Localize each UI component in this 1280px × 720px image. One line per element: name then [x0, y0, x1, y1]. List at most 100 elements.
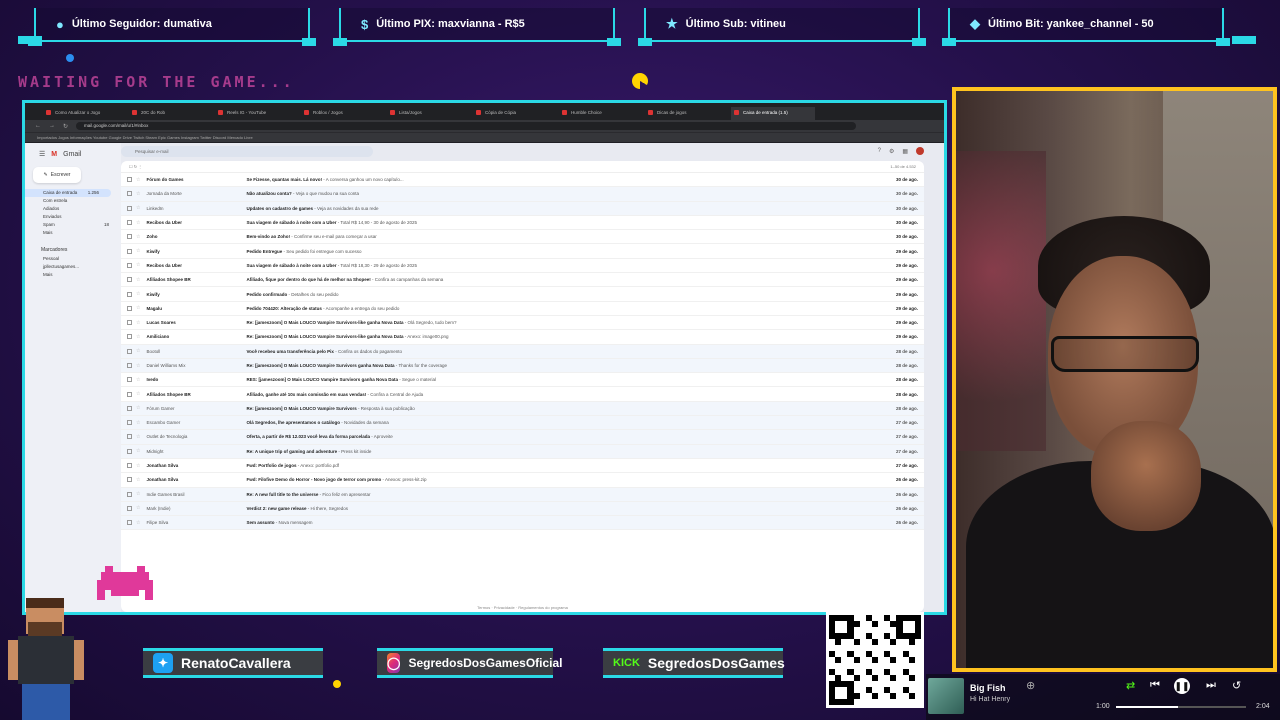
qr-code[interactable]: [826, 612, 924, 708]
search-input[interactable]: Pesquisar e-mail: [121, 145, 373, 157]
email-row[interactable]: ☆ LinkedIn Updates on cadastro de games - …: [121, 201, 924, 216]
menu-icon[interactable]: ☰: [39, 150, 45, 158]
browser-tab-active[interactable]: Caixa de entrada (1.5): [731, 107, 815, 120]
back-icon[interactable]: ←: [35, 123, 41, 129]
email-row[interactable]: ☆ Jornada da Morte Não atualizou conta? - …: [121, 187, 924, 202]
browser-tab[interactable]: Humble Choice: [559, 107, 643, 120]
label-item[interactable]: Pessoal: [25, 255, 121, 263]
star-icon[interactable]: ☆: [136, 463, 140, 469]
star-icon[interactable]: ☆: [136, 191, 140, 197]
email-checkbox[interactable]: [127, 277, 132, 283]
email-row[interactable]: ☆ Escambo Gamer Olá Segredos, lhe apresent…: [121, 416, 924, 431]
email-row[interactable]: ☆ Zoho Bem-vindo ao Zoho! - Confirme seu e…: [121, 230, 924, 245]
star-icon[interactable]: ☆: [136, 491, 140, 497]
select-all-checkbox[interactable]: ☐ ↻ ⋮: [129, 164, 142, 169]
star-icon[interactable]: ☆: [136, 405, 140, 411]
email-row[interactable]: ☆ Jonathan Silva Fwd: Portfolio de jogos -…: [121, 459, 924, 474]
pause-button[interactable]: ❚❚: [1174, 678, 1190, 694]
repeat-icon[interactable]: ↺: [1232, 679, 1241, 692]
star-icon[interactable]: ☆: [136, 377, 140, 383]
browser-tab[interactable]: Cópia de Cópia: [473, 107, 557, 120]
star-icon[interactable]: ☆: [136, 477, 140, 483]
star-icon[interactable]: ☆: [136, 220, 140, 226]
email-row[interactable]: ☆ Filipe Silva Sem assunto - Nova mensagem…: [121, 516, 924, 531]
email-checkbox[interactable]: [127, 477, 132, 483]
browser-tab[interactable]: Reels IG - YouTube: [215, 107, 299, 120]
star-icon[interactable]: ☆: [136, 177, 140, 183]
star-icon[interactable]: ☆: [136, 363, 140, 369]
nav-more[interactable]: Mais: [25, 229, 121, 237]
bookmarks-bar[interactable]: Importados Jogos Informações Youtube Goo…: [25, 132, 944, 142]
email-checkbox[interactable]: [127, 191, 132, 197]
email-checkbox[interactable]: [127, 363, 132, 368]
star-icon[interactable]: ☆: [136, 505, 140, 511]
email-checkbox[interactable]: [127, 491, 132, 497]
browser-tab[interactable]: Dicas de jogos: [645, 107, 729, 120]
email-row[interactable]: ☆ Ivedo RES: [jameszoom] O Mais LOUCO Vamp…: [121, 373, 924, 388]
star-icon[interactable]: ☆: [136, 391, 140, 397]
email-checkbox[interactable]: [127, 320, 132, 326]
social-kick[interactable]: KICK SegredosDosGames: [603, 648, 785, 678]
reload-icon[interactable]: ↻: [63, 123, 68, 130]
email-row[interactable]: ☆ Kiwify Pedido confirmado - Detalhes do s…: [121, 287, 924, 302]
star-icon[interactable]: ☆: [136, 262, 140, 268]
email-checkbox[interactable]: [127, 463, 132, 469]
star-icon[interactable]: ☆: [136, 334, 140, 340]
star-icon[interactable]: ☆: [136, 320, 140, 326]
nav-snoozed[interactable]: Adiados: [25, 205, 121, 213]
social-instagram[interactable]: ◯ SegredosDosGamesOficial: [377, 648, 563, 678]
email-row[interactable]: ☆ Magalu Pedido 704420: Alteração de statu…: [121, 302, 924, 316]
next-icon[interactable]: ⏭: [1206, 679, 1216, 692]
email-checkbox[interactable]: [127, 520, 132, 526]
help-icon[interactable]: ?: [878, 148, 881, 154]
label-item[interactable]: Mais: [25, 271, 121, 279]
email-row[interactable]: ☆ Jonathan Silva Fwd: Filofive Demo do Hor…: [121, 473, 924, 488]
email-checkbox[interactable]: [127, 248, 132, 254]
nav-starred[interactable]: Com estrela: [25, 197, 121, 205]
address-bar[interactable]: mail.google.com/mail/u/1/#inbox: [76, 122, 857, 130]
email-checkbox[interactable]: [127, 448, 132, 454]
progress-bar[interactable]: [1116, 706, 1246, 708]
email-checkbox[interactable]: [127, 220, 132, 226]
gmail-logo[interactable]: ☰ M Gmail: [25, 147, 121, 161]
previous-icon[interactable]: ⏮: [1150, 679, 1160, 692]
email-row[interactable]: ☆ Lucas Soares Re: [jameszoom] O Mais LOUC…: [121, 316, 924, 331]
email-row[interactable]: ☆ Afiliados Shopee BR Afiliado, ganhe até …: [121, 387, 924, 402]
email-row[interactable]: ☆ Midnight Re: A unique trip of gaming and…: [121, 444, 924, 459]
email-row[interactable]: ☆ Fórum do Games Se Fizesse, quantas mais.…: [121, 173, 924, 188]
star-icon[interactable]: ☆: [136, 205, 140, 211]
star-icon[interactable]: ☆: [136, 348, 140, 354]
email-checkbox[interactable]: [127, 234, 132, 240]
nav-sent[interactable]: Enviados: [25, 213, 121, 221]
email-checkbox[interactable]: [127, 377, 132, 383]
nav-inbox[interactable]: Caixa de entrada 1.256: [25, 189, 111, 197]
star-icon[interactable]: ☆: [136, 291, 140, 297]
email-row[interactable]: ☆ Kiwify Pedido Entregue - Seu pedido foi …: [121, 244, 924, 259]
email-checkbox[interactable]: [127, 420, 132, 426]
nav-spam[interactable]: Spam 18: [25, 221, 121, 229]
email-row[interactable]: ☆ Recibos da Uber Sua viagem de sábado à n…: [121, 259, 924, 274]
email-row[interactable]: ☆ Fórum Gamer Re: [jameszoom] O Mais LOUCO…: [121, 401, 924, 417]
email-checkbox[interactable]: [127, 305, 132, 311]
apps-icon[interactable]: ▦: [902, 148, 908, 155]
email-checkbox[interactable]: [127, 348, 132, 354]
star-icon[interactable]: ☆: [136, 520, 140, 526]
star-icon[interactable]: ☆: [136, 448, 140, 454]
email-row[interactable]: ☆ Daniel Williams Mix Re: [jameszoom] O Ma…: [121, 358, 924, 374]
email-row[interactable]: ☆ Mark (Indie) Verdict 2: new game release…: [121, 501, 924, 517]
compose-button[interactable]: ✎ Escrever: [33, 167, 81, 183]
email-row[interactable]: ☆ Afiliados Shopee BR Afiliado, fique por …: [121, 273, 924, 288]
email-checkbox[interactable]: [127, 291, 132, 297]
browser-tab[interactable]: Lista/Jogos: [387, 107, 471, 120]
email-row[interactable]: ☆ Amiliciano Re: [jameszoom] O Mais LOUCO …: [121, 330, 924, 345]
email-checkbox[interactable]: [127, 405, 132, 411]
email-checkbox[interactable]: [127, 391, 132, 397]
email-row[interactable]: ☆ Bootoll Você recebeu uma transferência p…: [121, 344, 924, 359]
email-row[interactable]: ☆ Recibos da Uber Sua viagem de sábado à n…: [121, 216, 924, 231]
star-icon[interactable]: ☆: [136, 277, 140, 283]
email-checkbox[interactable]: [127, 434, 132, 440]
email-checkbox[interactable]: [127, 177, 132, 183]
label-item[interactable]: jpllectusagames...: [25, 263, 121, 271]
email-checkbox[interactable]: [127, 205, 132, 211]
email-checkbox[interactable]: [127, 505, 132, 511]
